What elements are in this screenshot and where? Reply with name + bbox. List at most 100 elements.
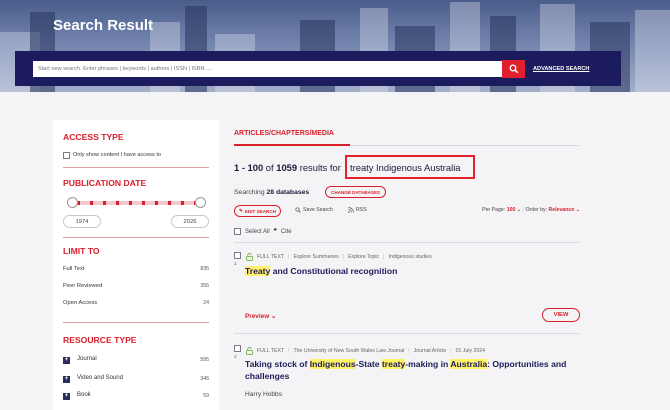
limit-item-full-text[interactable]: Full Text 835 <box>63 266 209 272</box>
rss-icon <box>348 207 354 213</box>
limit-item-label: Full Text <box>63 266 85 272</box>
result-title[interactable]: Treaty and Constitutional recognition <box>245 265 397 277</box>
edit-search-label: EDIT SEARCH <box>244 208 276 214</box>
change-databases-button[interactable]: CHANGE DATABASES <box>325 186 387 198</box>
limit-item-open-access[interactable]: Open Access 24 <box>63 300 209 306</box>
resource-item-book[interactable]: Book <box>77 392 91 398</box>
title-text: Taking stock of <box>245 359 310 369</box>
unlock-icon <box>246 253 253 261</box>
result-number: 1 <box>234 262 237 267</box>
explore-topic-link[interactable]: Explore Topic <box>348 254 379 260</box>
divider <box>63 167 209 168</box>
access-checkbox-label: Only show content I have access to <box>73 152 161 158</box>
cite-button[interactable]: Cite <box>281 229 292 235</box>
date-slider-track <box>71 201 201 205</box>
publication-date-heading: PUBLICATION DATE <box>63 178 147 188</box>
searching-info: Searching 28 databases <box>234 189 309 196</box>
search-icon <box>509 64 518 74</box>
page-title: Search Result <box>53 17 154 34</box>
chevron-down-icon[interactable]: ⌄ <box>517 207 521 213</box>
full-text-badge: FULL TEXT <box>257 348 285 354</box>
subject-link[interactable]: Indigenous studies <box>389 254 432 260</box>
resource-item-count: 346 <box>200 376 209 382</box>
results-range: 1 - 100 <box>234 162 264 173</box>
select-all-row: Select All ❞ Cite <box>234 228 292 235</box>
search-button[interactable] <box>502 60 525 78</box>
date-slider-handle-start[interactable] <box>67 197 78 208</box>
save-search-icon <box>295 207 301 213</box>
expand-video-icon[interactable]: + <box>63 376 70 383</box>
quote-icon: ❞ <box>273 229 277 235</box>
title-text: and Constitutional recognition <box>270 266 398 276</box>
result-checkbox[interactable] <box>234 252 241 259</box>
resource-item-video[interactable]: Video and Sound <box>77 375 123 381</box>
access-type-heading: ACCESS TYPE <box>63 132 124 142</box>
unlock-icon <box>246 347 253 355</box>
resource-item-journal[interactable]: Journal <box>77 356 97 362</box>
title-text: -making in <box>405 359 451 369</box>
tab-articles[interactable]: ARTICLES/CHAPTERS/MEDIA <box>234 130 334 137</box>
limit-item-peer-reviewed[interactable]: Peer Reviewed 355 <box>63 283 209 289</box>
publication-date: 01 July 2024 <box>455 348 486 354</box>
rss-label: RSS <box>356 207 367 213</box>
select-all-label[interactable]: Select All <box>245 229 270 235</box>
edit-search-button[interactable]: ✎ EDIT SEARCH <box>234 205 281 217</box>
results-for: results for <box>299 162 341 173</box>
results-panel: ARTICLES/CHAPTERS/MEDIA 1 - 100 of 1059 … <box>234 120 580 410</box>
results-options: Per Page: 100 ⌄ | Order by: Relevance ⌄ <box>482 207 580 213</box>
order-label: Order by: <box>525 207 548 213</box>
limit-item-label: Open Access <box>63 300 98 306</box>
databases-count: 28 databases <box>266 189 310 196</box>
advanced-search-link[interactable]: ADVANCED SEARCH <box>533 66 589 72</box>
highlight-term: Australia <box>450 359 488 369</box>
result-checkbox[interactable] <box>234 345 241 352</box>
highlight-term: Indigenous <box>309 359 356 369</box>
view-button[interactable]: VIEW <box>542 308 580 322</box>
divider <box>234 242 580 243</box>
order-select[interactable]: Relevance <box>549 207 575 213</box>
chevron-down-icon[interactable]: ⌄ <box>576 207 580 213</box>
tab-active-indicator <box>234 144 350 146</box>
search-query: treaty Indigenous Australia <box>350 162 461 173</box>
preview-label: Preview <box>245 313 270 320</box>
pencil-icon: ✎ <box>239 208 243 213</box>
journal-name-link[interactable]: The University of New South Wales Law Jo… <box>293 348 404 354</box>
results-total: 1059 <box>276 162 298 173</box>
result-number: 2 <box>234 355 237 360</box>
explore-summaries-link[interactable]: Explore Summaries <box>293 254 338 260</box>
select-all-checkbox[interactable] <box>234 228 241 235</box>
search-input[interactable] <box>33 61 503 77</box>
chevron-down-icon: ⌄ <box>270 313 277 320</box>
highlight-term: treaty <box>381 359 406 369</box>
result-author[interactable]: Harry Hobbs <box>245 391 282 398</box>
save-search-button[interactable]: Save Search <box>295 207 333 213</box>
resource-type-heading: RESOURCE TYPE <box>63 335 137 345</box>
result-meta: FULL TEXT | Explore Summaries | Explore … <box>246 253 432 261</box>
per-page-label: Per Page: <box>482 207 506 213</box>
date-slider-handle-end[interactable] <box>195 197 206 208</box>
per-page-select[interactable]: 100 <box>507 207 516 213</box>
limit-item-label: Peer Reviewed <box>63 283 103 289</box>
resource-item-count: 595 <box>200 357 209 363</box>
limit-item-count: 355 <box>200 283 209 289</box>
highlight-term: Treaty <box>245 266 271 276</box>
save-search-label: Save Search <box>303 207 333 213</box>
from-year-input[interactable]: 1974 <box>63 215 101 228</box>
to-year-input[interactable]: 2026 <box>171 215 209 228</box>
limit-to-heading: LIMIT TO <box>63 246 100 256</box>
limit-item-count: 24 <box>203 300 209 306</box>
preview-toggle[interactable]: Preview ⌄ <box>245 312 276 320</box>
expand-book-icon[interactable]: + <box>63 393 70 400</box>
expand-journal-icon[interactable]: + <box>63 357 70 364</box>
divider <box>63 322 209 323</box>
rss-button[interactable]: RSS <box>348 207 367 213</box>
title-text: -State <box>355 359 382 369</box>
results-of: of <box>265 162 274 173</box>
access-checkbox[interactable] <box>63 152 70 159</box>
results-summary: 1 - 100 of 1059 results for <box>234 162 341 173</box>
resource-item-count: 59 <box>203 393 209 399</box>
full-text-badge: FULL TEXT <box>257 254 285 260</box>
searching-label: Searching <box>234 189 265 196</box>
result-meta: FULL TEXT | The University of New South … <box>246 347 485 355</box>
result-title[interactable]: Taking stock of Indigenous-State treaty-… <box>245 358 585 382</box>
